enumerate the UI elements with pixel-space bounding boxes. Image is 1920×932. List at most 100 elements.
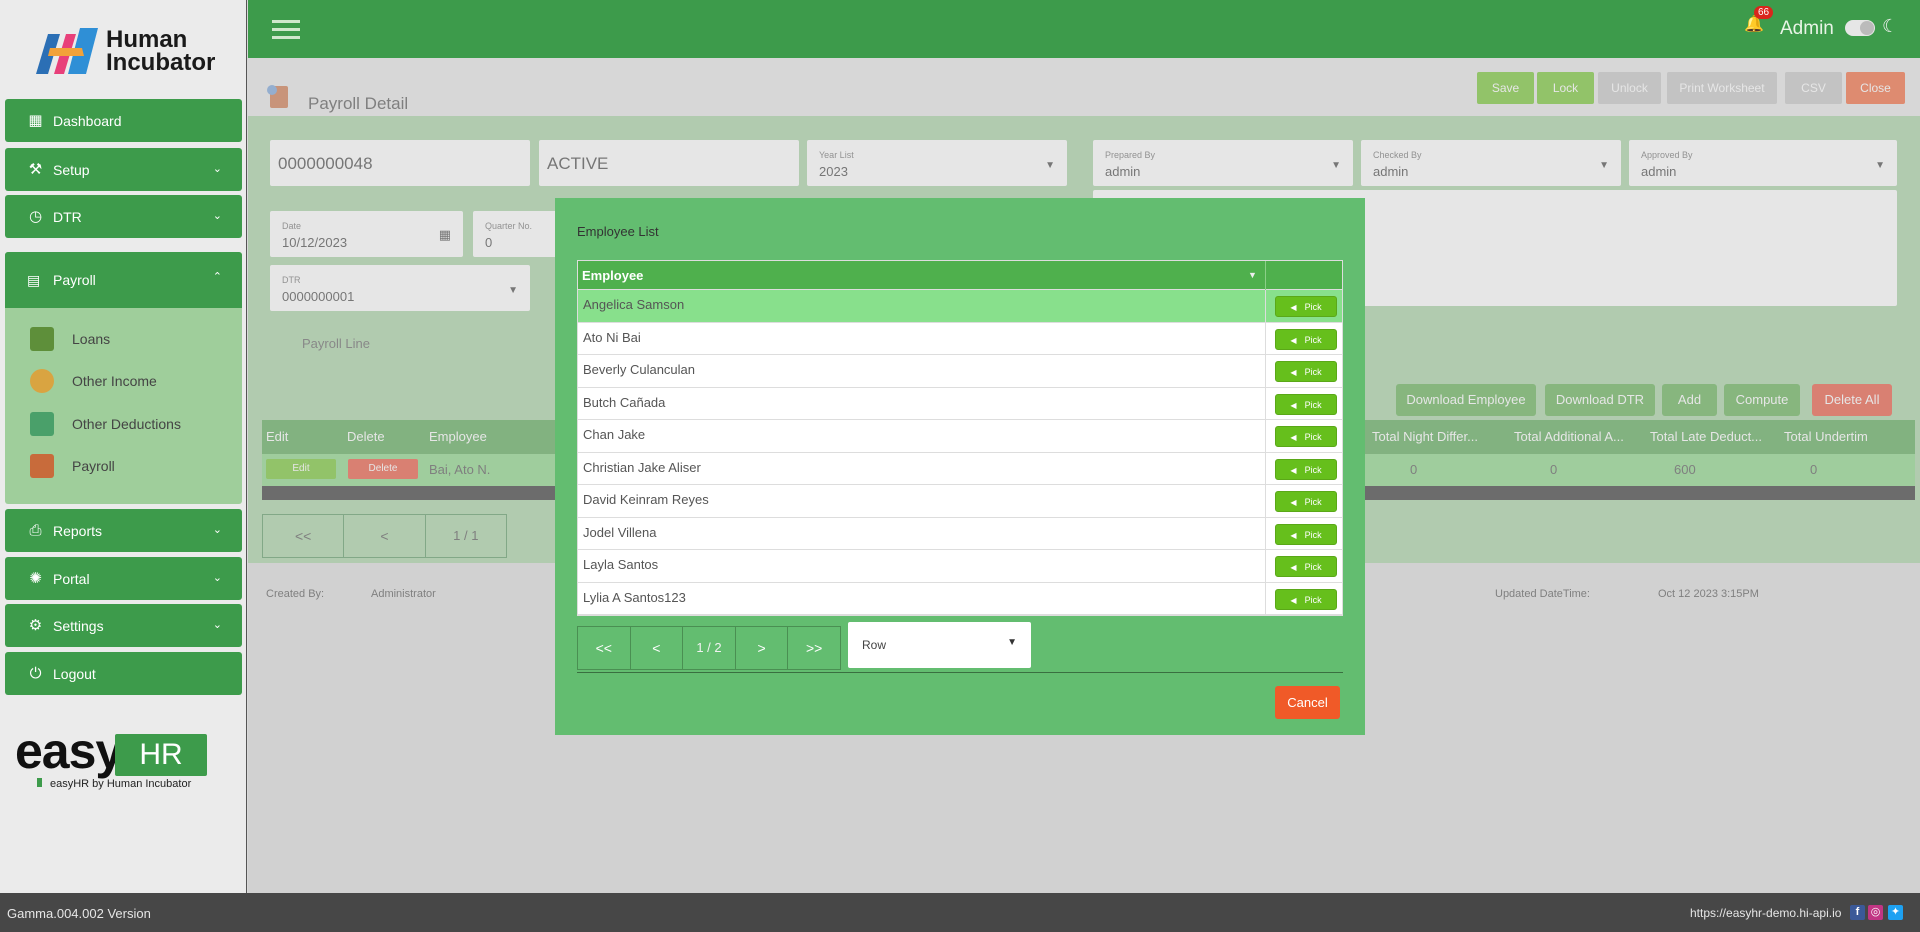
sidebar-item-dtr[interactable]: ◷ DTR ⌄ xyxy=(5,195,242,238)
employee-row[interactable]: Lylia A Santos123 ◀ Pick xyxy=(578,582,1342,615)
sidebar: Human Incubator ▦ Dashboard ⚒ Setup ⌄ ◷ … xyxy=(0,0,247,893)
moon-icon: ☾ xyxy=(1882,16,1899,36)
sidebar-item-dashboard[interactable]: ▦ Dashboard xyxy=(5,99,242,142)
user-name[interactable]: Admin xyxy=(1780,18,1834,40)
caret-left-icon: ◀ xyxy=(1290,303,1297,312)
employee-row[interactable]: David Keinram Reyes ◀ Pick xyxy=(578,485,1342,518)
filter-icon[interactable]: ▼ xyxy=(1248,261,1257,290)
prev-page-button[interactable]: < xyxy=(631,627,684,669)
money-bag-icon xyxy=(30,369,54,393)
cash-icon xyxy=(30,412,54,436)
twitter-icon[interactable]: ✦ xyxy=(1888,905,1903,920)
next-page-button[interactable]: > xyxy=(736,627,789,669)
sidebar-sub-loans[interactable]: Loans xyxy=(30,327,110,351)
chevron-down-icon: ⌄ xyxy=(212,163,222,175)
sidebar-sub-other-deductions[interactable]: Other Deductions xyxy=(30,412,181,436)
page-indicator: 1 / 2 xyxy=(683,627,736,669)
sidebar-sub-payroll[interactable]: Payroll xyxy=(30,454,115,478)
pick-button[interactable]: ◀ Pick xyxy=(1275,523,1337,545)
employee-table: Employee ▼ Angelica Samson ◀ Pick Ato Ni Ba… xyxy=(577,260,1343,616)
payroll-group: ▤ Payroll ⌃ Loans Other Income Other Ded… xyxy=(5,252,242,504)
money-icon: ▤ xyxy=(27,271,41,288)
employee-row[interactable]: Chan Jake ◀ Pick xyxy=(578,420,1342,453)
sidebar-item-label: Payroll xyxy=(53,272,96,288)
pick-button[interactable]: ◀ Pick xyxy=(1275,556,1337,577)
menu-icon[interactable] xyxy=(272,20,300,40)
pick-button[interactable]: ◀ Pick xyxy=(1275,296,1337,317)
footer-url[interactable]: https://easyhr-demo.hi-api.io xyxy=(1690,906,1841,920)
topbar: 🔔 66 Admin ☾ xyxy=(248,0,1920,58)
sidebar-item-label: Setup xyxy=(53,161,90,178)
employee-list-modal: Employee List Employee ▼ Angelica Samson… xyxy=(555,198,1365,735)
sidebar-sub-label: Other Deductions xyxy=(72,416,181,432)
employee-name: Lylia A Santos123 xyxy=(583,589,686,605)
logo-mark-icon xyxy=(34,26,100,76)
caret-left-icon: ◀ xyxy=(1290,335,1297,345)
sidebar-item-payroll[interactable]: ▤ Payroll ⌃ xyxy=(5,252,242,308)
employee-name: Jodel Villena xyxy=(583,524,657,540)
caret-left-icon: ◀ xyxy=(1290,530,1297,540)
pick-label: Pick xyxy=(1304,302,1322,312)
clock-icon: ◷ xyxy=(28,208,43,225)
chevron-down-icon: ⌄ xyxy=(212,524,222,536)
caret-left-icon: ◀ xyxy=(1290,498,1297,507)
notification-badge: 66 xyxy=(1754,6,1774,19)
pick-button[interactable]: ◀ Pick xyxy=(1275,393,1337,415)
sidebar-item-label: Portal xyxy=(53,570,90,587)
last-page-button[interactable]: >> xyxy=(788,627,840,669)
sidebar-sub-other-income[interactable]: Other Income xyxy=(30,369,157,393)
pick-button[interactable]: ◀ Pick xyxy=(1275,588,1337,610)
rows-per-page-select[interactable]: Row ▼ xyxy=(848,622,1031,668)
pick-label: Pick xyxy=(1304,497,1322,507)
employee-column-header[interactable]: Employee ▼ xyxy=(578,261,1342,290)
employee-row[interactable]: Layla Santos ◀ Pick xyxy=(578,550,1342,583)
pick-label: Pick xyxy=(1304,399,1322,410)
sidebar-item-label: Dashboard xyxy=(53,112,122,129)
first-page-button[interactable]: << xyxy=(578,627,631,669)
employee-row[interactable]: Beverly Culanculan ◀ Pick xyxy=(578,355,1342,388)
pick-button[interactable]: ◀ Pick xyxy=(1275,491,1337,512)
printer-icon: ⎙ xyxy=(29,522,42,539)
facebook-icon[interactable]: f xyxy=(1850,905,1865,920)
employee-row[interactable]: Christian Jake Aliser ◀ Pick xyxy=(578,452,1342,485)
aperture-icon: ✺ xyxy=(29,570,42,587)
sidebar-item-settings[interactable]: ⚙ Settings ⌄ xyxy=(5,604,242,647)
logo-text: Human Incubator xyxy=(106,26,216,76)
employee-name: Beverly Culanculan xyxy=(583,362,696,377)
human-incubator-logo[interactable]: Human Incubator xyxy=(34,26,216,76)
divider xyxy=(577,672,1343,673)
employee-name: David Keinram Reyes xyxy=(583,492,709,507)
pick-button[interactable]: ◀ Pick xyxy=(1275,361,1337,382)
loans-icon xyxy=(30,327,54,351)
employee-row[interactable]: Angelica Samson ◀ Pick xyxy=(578,290,1342,323)
sidebar-item-logout[interactable]: ⏻ Logout xyxy=(5,652,242,695)
pick-label: Pick xyxy=(1304,334,1322,345)
caret-down-icon: ▼ xyxy=(1007,637,1017,648)
cancel-button[interactable]: Cancel xyxy=(1275,686,1340,719)
calculator-icon xyxy=(30,454,54,478)
employee-row[interactable]: Ato Ni Bai ◀ Pick xyxy=(578,322,1342,355)
employee-name: Chan Jake xyxy=(583,427,646,442)
theme-toggle[interactable] xyxy=(1845,20,1875,36)
easy-word: easy xyxy=(15,723,123,779)
employee-row[interactable]: Butch Cañada ◀ Pick xyxy=(578,387,1342,420)
pick-button[interactable]: ◀ Pick xyxy=(1275,458,1337,480)
pick-label: Pick xyxy=(1304,432,1322,442)
pick-label: Pick xyxy=(1304,367,1322,377)
chevron-up-icon: ⌃ xyxy=(212,271,222,283)
pick-button[interactable]: ◀ Pick xyxy=(1275,426,1337,447)
sidebar-item-label: DTR xyxy=(53,208,82,225)
employee-name: Ato Ni Bai xyxy=(583,329,641,345)
sidebar-item-setup[interactable]: ⚒ Setup ⌄ xyxy=(5,148,242,191)
sidebar-sub-label: Other Income xyxy=(72,373,157,389)
sidebar-item-portal[interactable]: ✺ Portal ⌄ xyxy=(5,557,242,600)
instagram-icon[interactable]: ◎ xyxy=(1868,905,1883,920)
wrench-icon: ⚒ xyxy=(28,161,43,178)
pick-label: Pick xyxy=(1304,464,1322,475)
sidebar-item-label: Logout xyxy=(53,665,96,682)
sidebar-item-reports[interactable]: ⎙ Reports ⌄ xyxy=(5,509,242,552)
pick-label: Pick xyxy=(1304,562,1322,572)
pick-button[interactable]: ◀ Pick xyxy=(1275,328,1337,350)
employee-row[interactable]: Jodel Villena ◀ Pick xyxy=(578,517,1342,550)
column-header-label: Employee xyxy=(582,268,644,283)
